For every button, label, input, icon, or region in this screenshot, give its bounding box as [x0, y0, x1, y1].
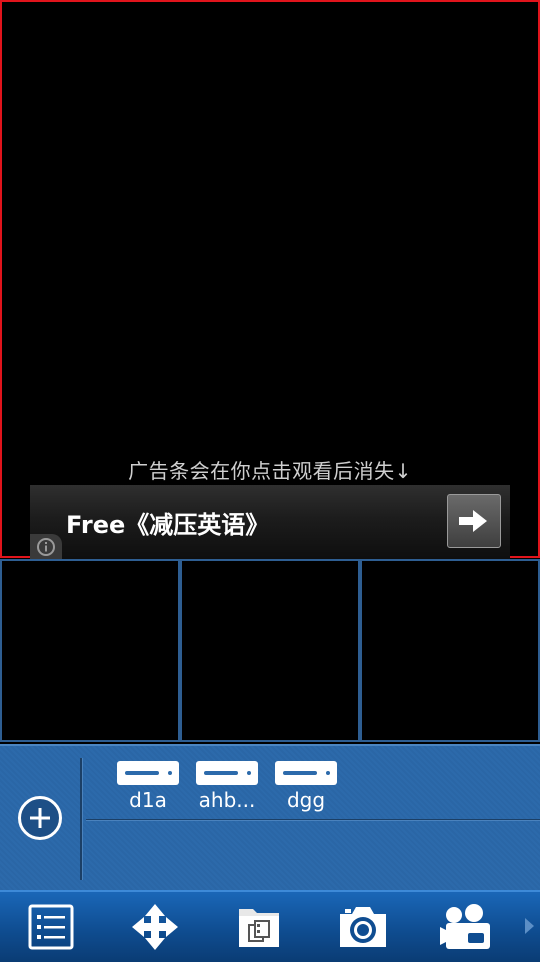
dvr-device-icon [117, 761, 179, 785]
ad-hint-text: 广告条会在你点击观看后消失↓ [128, 459, 412, 483]
arrow-right-icon [459, 510, 487, 532]
move-icon [132, 904, 178, 950]
device-item[interactable]: dgg [275, 761, 337, 812]
channel-view-2[interactable] [180, 559, 360, 742]
divider [86, 819, 540, 820]
record-button[interactable] [437, 900, 493, 954]
device-item[interactable]: d1a [117, 761, 179, 812]
device-panel: d1a ahb... dgg [0, 744, 540, 892]
dvr-device-icon [275, 761, 337, 785]
device-label: ahb... [198, 788, 256, 812]
video-camera-icon [440, 904, 490, 949]
bottom-toolbar [0, 890, 540, 962]
divider [80, 758, 82, 880]
ad-info-icon[interactable] [30, 534, 62, 560]
channel-view-1[interactable] [0, 559, 180, 742]
files-icon [239, 909, 279, 947]
list-icon [28, 904, 74, 950]
camera-icon [340, 907, 386, 947]
channel-list-button[interactable] [23, 900, 79, 954]
device-label: dgg [286, 788, 326, 812]
toolbar-more-arrow-icon[interactable] [525, 918, 534, 934]
channel-thumbnails [0, 559, 540, 742]
ad-title: Free《减压英语》 [66, 511, 270, 539]
snapshot-button[interactable] [335, 900, 391, 954]
info-icon [37, 538, 55, 556]
files-button[interactable] [231, 900, 287, 954]
ptz-move-button[interactable] [127, 900, 183, 954]
device-label: d1a [129, 788, 167, 812]
channel-view-3[interactable] [360, 559, 540, 742]
device-item[interactable]: ahb... [196, 761, 258, 812]
ad-banner[interactable]: Free《减压英语》 [30, 485, 510, 560]
ad-arrow-button[interactable] [447, 494, 501, 548]
dvr-device-icon [196, 761, 258, 785]
add-device-button[interactable] [18, 796, 62, 840]
